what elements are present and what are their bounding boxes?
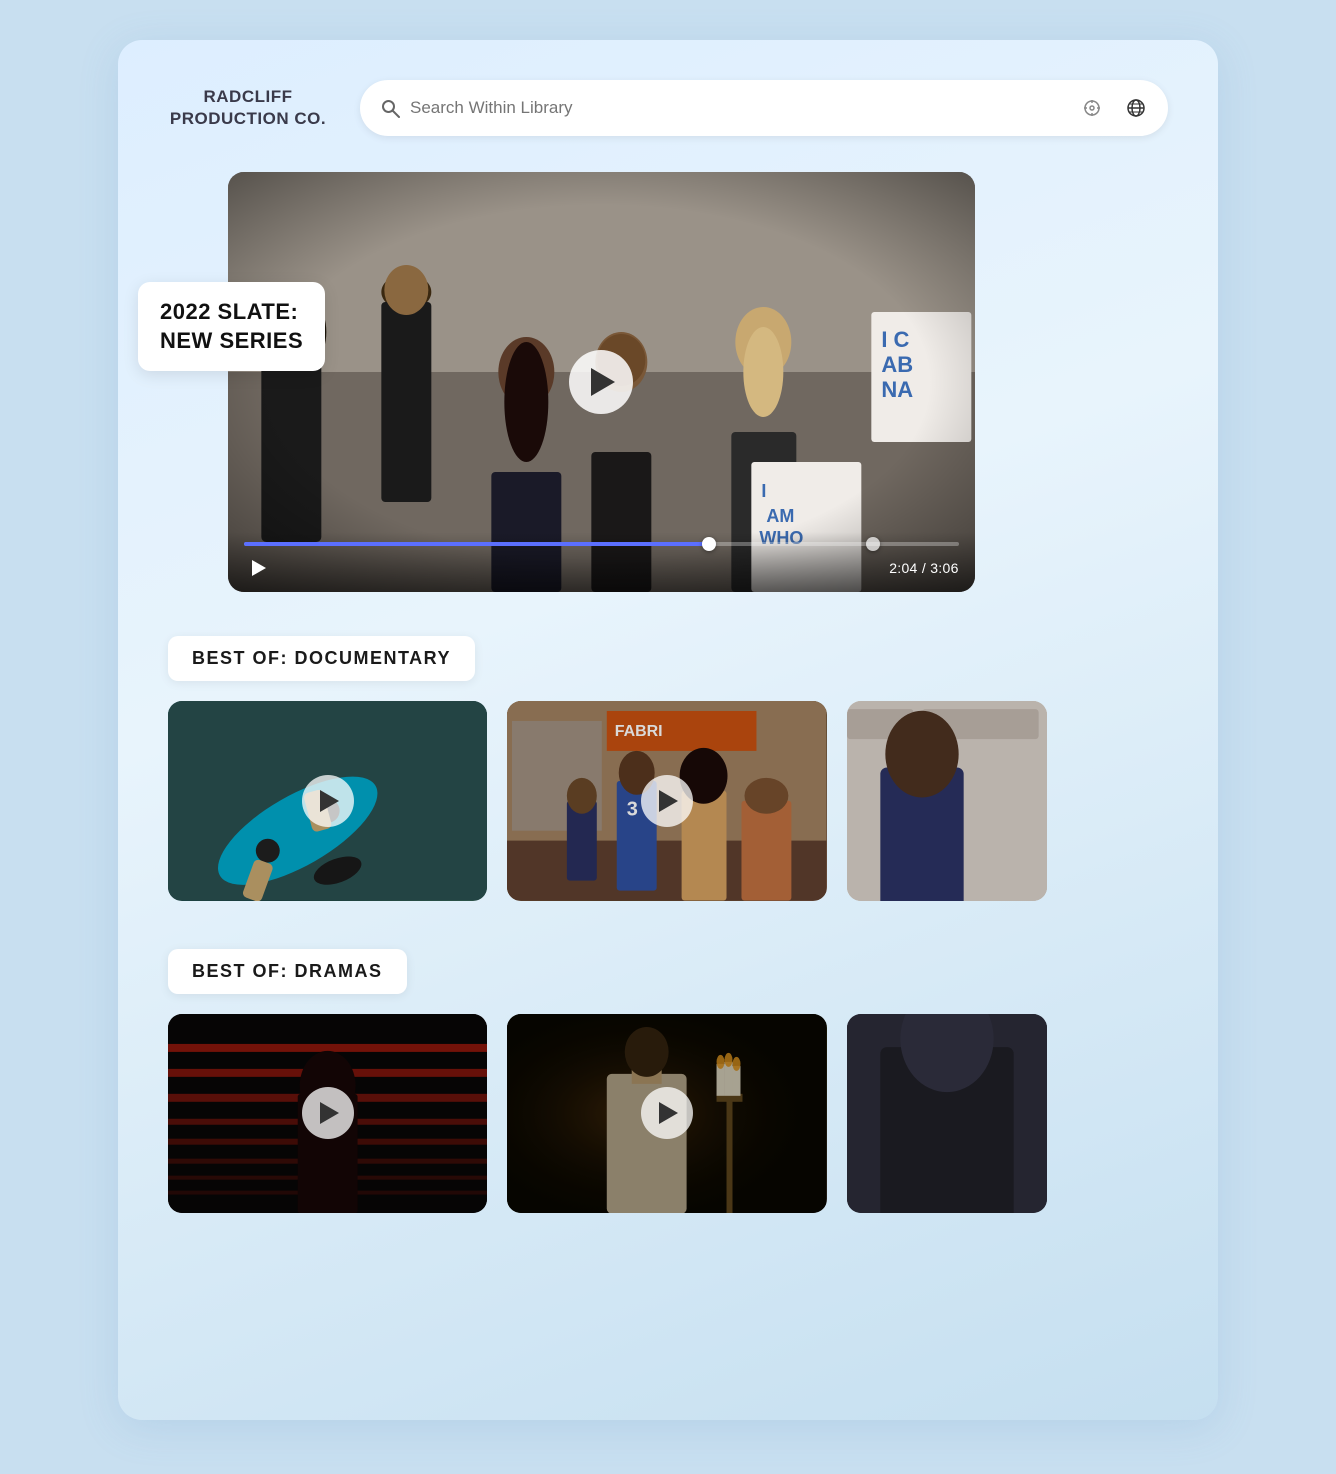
video-frame: I C AB NA I AM WHO xyxy=(228,172,975,592)
video-card-stage[interactable] xyxy=(168,1014,487,1214)
play-icon xyxy=(591,368,615,396)
app-container: RADCLIFF PRODUCTION CO. xyxy=(118,40,1218,1420)
card-play-button[interactable] xyxy=(641,775,693,827)
play-button-small[interactable] xyxy=(244,554,272,582)
search-icon xyxy=(380,98,400,118)
play-icon xyxy=(320,790,339,812)
documentary-section: BEST OF: DOCUMENTARY xyxy=(168,636,1168,901)
card-play-button[interactable] xyxy=(302,1087,354,1139)
card-play-button[interactable] xyxy=(641,1087,693,1139)
progress-fill xyxy=(244,542,716,546)
featured-label: 2022 SLATE: NEW SERIES xyxy=(138,282,325,371)
video-card-dark[interactable] xyxy=(847,1014,1047,1214)
progress-bar[interactable] xyxy=(244,542,959,546)
card-play-button[interactable] xyxy=(302,775,354,827)
globe-button[interactable] xyxy=(1118,90,1154,126)
featured-video[interactable]: I C AB NA I AM WHO xyxy=(228,172,975,592)
dramas-grid xyxy=(168,1014,1168,1214)
documentary-section-label: BEST OF: DOCUMENTARY xyxy=(168,636,475,681)
documentary-grid: FABRI 3 xyxy=(168,701,1168,901)
video-card-partial[interactable] xyxy=(847,701,1047,901)
play-icon-small xyxy=(252,560,266,576)
video-card[interactable] xyxy=(168,701,487,901)
time-display: 2:04 / 3:06 xyxy=(889,560,958,576)
video-card-candles[interactable] xyxy=(507,1014,826,1214)
featured-section: 2022 SLATE: NEW SERIES xyxy=(168,172,1168,592)
header: RADCLIFF PRODUCTION CO. xyxy=(168,80,1168,136)
search-bar xyxy=(360,80,1168,136)
play-icon xyxy=(659,1102,678,1124)
featured-play-button[interactable] xyxy=(569,350,633,414)
dramas-section-label: BEST OF: DRAMAS xyxy=(168,949,407,994)
dramas-section: BEST OF: DRAMAS xyxy=(168,949,1168,1214)
video-thumb-dark xyxy=(847,1014,1047,1214)
video-controls-row: 2:04 / 3:06 xyxy=(244,554,959,582)
play-icon xyxy=(659,790,678,812)
play-icon xyxy=(320,1102,339,1124)
logo: RADCLIFF PRODUCTION CO. xyxy=(168,86,328,130)
search-input[interactable] xyxy=(410,98,1064,118)
video-thumb-partial xyxy=(847,701,1047,901)
search-actions xyxy=(1074,90,1154,126)
progress-handle-end[interactable] xyxy=(866,537,880,551)
crosshair-button[interactable] xyxy=(1074,90,1110,126)
progress-handle-current[interactable] xyxy=(702,537,716,551)
video-card[interactable]: FABRI 3 xyxy=(507,701,826,901)
video-controls: 2:04 / 3:06 xyxy=(228,532,975,592)
